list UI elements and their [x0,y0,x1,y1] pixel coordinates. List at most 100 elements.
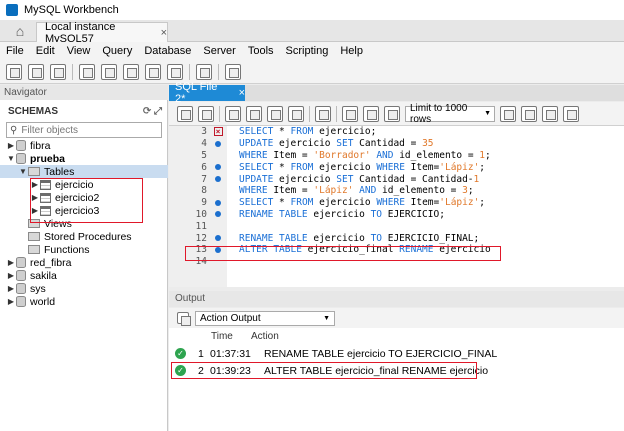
chevron-down-icon: ▼ [323,314,330,322]
toggle-continue-on-error-icon[interactable] [315,105,331,122]
line-marker [209,199,227,206]
menu-item-file[interactable]: File [0,45,30,57]
editor-line: 7 UPDATE ejercicio SET Cantidad = Cantida… [169,173,624,185]
output-row[interactable]: ✓ 1 01:37:31 RENAME TABLE ejercicio TO EJER… [169,345,624,362]
expand-arrow-icon[interactable]: ▶ [6,297,16,306]
database-icon [16,140,26,151]
close-tab-icon[interactable]: × [239,87,245,99]
menu-item-view[interactable]: View [61,45,97,57]
expand-arrow-icon[interactable]: ▶ [6,141,16,150]
tree-item-label: red_fibra [30,256,72,269]
tree-item-fibra[interactable]: ▶ fibra [0,139,168,152]
tree-item-label: sys [30,282,46,295]
add-snippet-icon[interactable] [500,105,516,122]
schemas-refresh-icon[interactable]: ⟳ ⤢ [143,106,162,117]
rollback-icon[interactable] [363,105,379,122]
create-function-icon[interactable] [167,63,183,80]
menu-item-edit[interactable]: Edit [30,45,61,57]
beautify-icon[interactable] [521,105,537,122]
output-table: Time Action ✓ 1 01:37:31 RENAME TABLE ejerc… [169,328,624,431]
statement-dot-icon [215,140,221,147]
tree-item-stored-procedures[interactable]: Stored Procedures [0,230,168,243]
tree-item-world[interactable]: ▶ world [0,295,168,308]
database-icon [16,270,26,281]
output-type-select[interactable]: Action Output ▼ [195,310,335,326]
create-procedure-icon[interactable] [145,63,161,80]
statement-dot-icon [215,176,221,183]
home-icon[interactable]: ⌂ [6,22,34,40]
inspector-icon[interactable] [50,63,66,80]
output-header-row: Time Action [169,328,624,345]
create-view-icon[interactable] [123,63,139,80]
autocommit-icon[interactable] [384,105,400,122]
line-marker [209,235,227,242]
filter-objects-input[interactable]: ⚲ Filter objects [6,122,162,138]
menu-item-database[interactable]: Database [138,45,197,57]
navigator-panel: Navigator SCHEMAS ⟳ ⤢ ⚲ Filter objects ▶… [0,85,168,431]
expand-arrow-icon[interactable]: ▶ [6,258,16,267]
menu-item-tools[interactable]: Tools [242,45,280,57]
tree-item-label: world [30,295,56,308]
sql-file-tab[interactable]: SQL File 2* × [169,81,245,105]
collapse-arrow-icon[interactable]: ▼ [6,154,16,163]
collapse-arrow-icon[interactable]: ▼ [18,167,28,176]
output-toolbar: Action Output ▼ [169,308,624,328]
copy-output-icon[interactable] [177,312,191,326]
open-sql-script-icon[interactable] [28,63,44,80]
editor-line: 8 WHERE Item = 'Lápiz' AND id_elemento = … [169,185,624,197]
line-number: 11 [195,220,207,232]
new-sql-tab-icon[interactable] [6,63,22,80]
line-number: 9 [201,197,207,209]
code-text: WHERE Item = 'Lápiz' AND id_elemento = 3… [239,185,474,197]
menu-item-scripting[interactable]: Scripting [280,45,335,57]
search-table-data-icon[interactable] [196,63,212,80]
execute-icon[interactable] [225,105,241,122]
expand-arrow-icon[interactable]: ▶ [6,271,16,280]
editor-line: 11 [169,220,624,232]
expand-arrow-icon[interactable]: ▶ [6,284,16,293]
tree-item-sakila[interactable]: ▶ sakila [0,269,168,282]
menu-item-server[interactable]: Server [197,45,241,57]
menu-item-query[interactable]: Query [96,45,138,57]
code-text: SELECT * FROM ejercicio WHERE Item='Lápi… [239,161,486,173]
create-schema-icon[interactable] [79,63,95,80]
sql-editor[interactable]: 3 × SELECT * FROM ejercicio; 4 UPDATE ejerci… [169,126,624,287]
reconnect-icon[interactable] [225,63,241,80]
tree-item-red_fibra[interactable]: ▶ red_fibra [0,256,168,269]
highlight-box-tables [30,178,143,223]
editor-line: 12 RENAME TABLE ejercicio TO EJERCICIO_FI… [169,232,624,244]
tree-item-sys[interactable]: ▶ sys [0,282,168,295]
line-number: 5 [201,149,207,161]
statement-dot-icon [215,235,221,242]
invisible-chars-icon[interactable] [563,105,579,122]
tree-item-functions[interactable]: Functions [0,243,168,256]
line-number: 3 [201,126,207,138]
tree-item-prueba[interactable]: ▼ prueba [0,152,168,165]
close-tab-icon[interactable]: × [161,27,167,39]
code-text: RENAME TABLE ejercicio TO EJERCICIO; [239,208,445,220]
toolbar-separator [336,105,337,122]
limit-rows-select[interactable]: Limit to 1000 rows ▼ [405,103,495,125]
toolbar-separator [219,105,220,122]
stop-icon[interactable] [288,105,304,122]
database-icon [16,283,26,294]
menu-item-help[interactable]: Help [334,45,369,57]
explain-icon[interactable] [267,105,283,122]
save-icon[interactable] [198,105,214,122]
editor-line: 3 × SELECT * FROM ejercicio; [169,126,624,138]
action-column-header: Action [251,331,279,342]
find-icon[interactable] [542,105,558,122]
tree-item-tables[interactable]: ▼ Tables [0,165,168,178]
folder-icon [28,167,40,176]
tree-item-label: prueba [30,152,66,165]
commit-icon[interactable] [342,105,358,122]
code-text: WHERE Item = 'Borrador' AND id_elemento … [239,149,491,161]
execute-current-icon[interactable] [246,105,262,122]
create-table-icon[interactable] [101,63,117,80]
connection-tab-bar: ⌂ Local instance MySQL57 × [0,20,624,45]
schemas-header: SCHEMAS ⟳ ⤢ [0,101,168,121]
connection-tab[interactable]: Local instance MySQL57 × [36,21,168,45]
toolbar-separator [218,63,219,80]
editor-toolbar: Limit to 1000 rows ▼ [169,102,624,126]
open-file-icon[interactable] [177,105,193,122]
